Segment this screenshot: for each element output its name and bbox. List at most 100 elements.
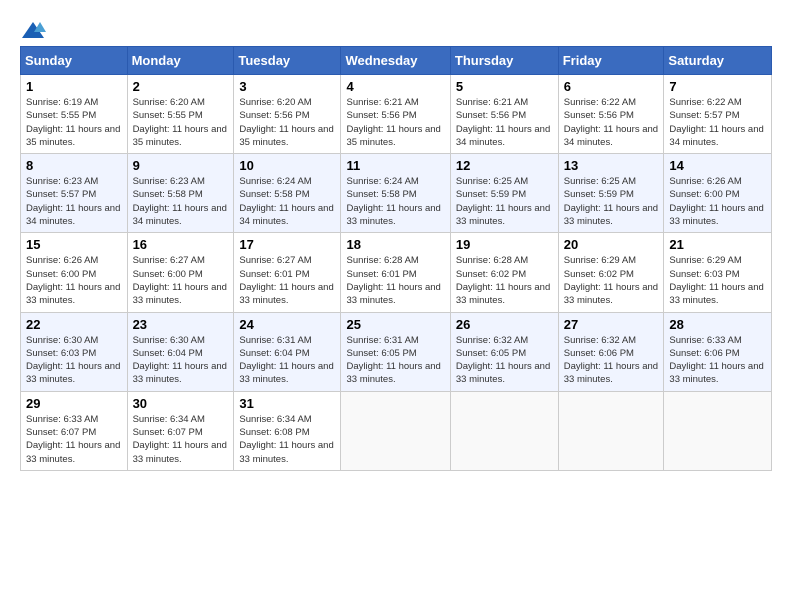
day-number: 31 [239, 396, 335, 411]
calendar-cell: 4 Sunrise: 6:21 AM Sunset: 5:56 PM Dayli… [341, 75, 450, 154]
day-number: 19 [456, 237, 553, 252]
calendar-cell: 8 Sunrise: 6:23 AM Sunset: 5:57 PM Dayli… [21, 154, 128, 233]
day-number: 25 [346, 317, 444, 332]
calendar-cell [341, 391, 450, 470]
day-number: 26 [456, 317, 553, 332]
day-info: Sunrise: 6:23 AM Sunset: 5:58 PM Dayligh… [133, 175, 229, 228]
calendar-cell: 22 Sunrise: 6:30 AM Sunset: 6:03 PM Dayl… [21, 312, 128, 391]
calendar-cell: 19 Sunrise: 6:28 AM Sunset: 6:02 PM Dayl… [450, 233, 558, 312]
calendar-cell [558, 391, 664, 470]
calendar-cell: 10 Sunrise: 6:24 AM Sunset: 5:58 PM Dayl… [234, 154, 341, 233]
day-number: 6 [564, 79, 659, 94]
day-info: Sunrise: 6:26 AM Sunset: 6:00 PM Dayligh… [26, 254, 122, 307]
day-info: Sunrise: 6:28 AM Sunset: 6:02 PM Dayligh… [456, 254, 553, 307]
day-info: Sunrise: 6:21 AM Sunset: 5:56 PM Dayligh… [346, 96, 444, 149]
day-number: 5 [456, 79, 553, 94]
day-number: 24 [239, 317, 335, 332]
calendar-cell: 1 Sunrise: 6:19 AM Sunset: 5:55 PM Dayli… [21, 75, 128, 154]
day-number: 28 [669, 317, 766, 332]
day-number: 18 [346, 237, 444, 252]
day-info: Sunrise: 6:25 AM Sunset: 5:59 PM Dayligh… [564, 175, 659, 228]
logo-icon [20, 20, 46, 42]
day-number: 10 [239, 158, 335, 173]
day-info: Sunrise: 6:30 AM Sunset: 6:04 PM Dayligh… [133, 334, 229, 387]
day-info: Sunrise: 6:33 AM Sunset: 6:07 PM Dayligh… [26, 413, 122, 466]
calendar-cell: 7 Sunrise: 6:22 AM Sunset: 5:57 PM Dayli… [664, 75, 772, 154]
day-number: 14 [669, 158, 766, 173]
day-number: 3 [239, 79, 335, 94]
logo [20, 20, 46, 36]
calendar-cell: 26 Sunrise: 6:32 AM Sunset: 6:05 PM Dayl… [450, 312, 558, 391]
day-number: 16 [133, 237, 229, 252]
day-number: 1 [26, 79, 122, 94]
page-header [20, 20, 772, 36]
day-number: 8 [26, 158, 122, 173]
day-info: Sunrise: 6:29 AM Sunset: 6:02 PM Dayligh… [564, 254, 659, 307]
calendar-table: SundayMondayTuesdayWednesdayThursdayFrid… [20, 46, 772, 471]
calendar-header-friday: Friday [558, 47, 664, 75]
day-number: 22 [26, 317, 122, 332]
calendar-cell: 15 Sunrise: 6:26 AM Sunset: 6:00 PM Dayl… [21, 233, 128, 312]
day-number: 13 [564, 158, 659, 173]
day-info: Sunrise: 6:31 AM Sunset: 6:04 PM Dayligh… [239, 334, 335, 387]
day-info: Sunrise: 6:33 AM Sunset: 6:06 PM Dayligh… [669, 334, 766, 387]
day-number: 7 [669, 79, 766, 94]
calendar-cell: 5 Sunrise: 6:21 AM Sunset: 5:56 PM Dayli… [450, 75, 558, 154]
calendar-cell [664, 391, 772, 470]
calendar-header-saturday: Saturday [664, 47, 772, 75]
day-info: Sunrise: 6:34 AM Sunset: 6:08 PM Dayligh… [239, 413, 335, 466]
calendar-cell: 29 Sunrise: 6:33 AM Sunset: 6:07 PM Dayl… [21, 391, 128, 470]
calendar-header-monday: Monday [127, 47, 234, 75]
day-info: Sunrise: 6:20 AM Sunset: 5:55 PM Dayligh… [133, 96, 229, 149]
calendar-cell: 16 Sunrise: 6:27 AM Sunset: 6:00 PM Dayl… [127, 233, 234, 312]
day-info: Sunrise: 6:29 AM Sunset: 6:03 PM Dayligh… [669, 254, 766, 307]
day-info: Sunrise: 6:28 AM Sunset: 6:01 PM Dayligh… [346, 254, 444, 307]
day-number: 30 [133, 396, 229, 411]
day-number: 27 [564, 317, 659, 332]
calendar-cell: 23 Sunrise: 6:30 AM Sunset: 6:04 PM Dayl… [127, 312, 234, 391]
calendar-cell: 14 Sunrise: 6:26 AM Sunset: 6:00 PM Dayl… [664, 154, 772, 233]
day-info: Sunrise: 6:21 AM Sunset: 5:56 PM Dayligh… [456, 96, 553, 149]
day-number: 29 [26, 396, 122, 411]
calendar-cell: 3 Sunrise: 6:20 AM Sunset: 5:56 PM Dayli… [234, 75, 341, 154]
calendar-cell: 30 Sunrise: 6:34 AM Sunset: 6:07 PM Dayl… [127, 391, 234, 470]
calendar-header-wednesday: Wednesday [341, 47, 450, 75]
day-info: Sunrise: 6:23 AM Sunset: 5:57 PM Dayligh… [26, 175, 122, 228]
day-info: Sunrise: 6:24 AM Sunset: 5:58 PM Dayligh… [346, 175, 444, 228]
day-info: Sunrise: 6:27 AM Sunset: 6:01 PM Dayligh… [239, 254, 335, 307]
calendar-cell: 24 Sunrise: 6:31 AM Sunset: 6:04 PM Dayl… [234, 312, 341, 391]
day-info: Sunrise: 6:32 AM Sunset: 6:05 PM Dayligh… [456, 334, 553, 387]
calendar-header-tuesday: Tuesday [234, 47, 341, 75]
calendar-cell: 18 Sunrise: 6:28 AM Sunset: 6:01 PM Dayl… [341, 233, 450, 312]
day-info: Sunrise: 6:27 AM Sunset: 6:00 PM Dayligh… [133, 254, 229, 307]
day-number: 23 [133, 317, 229, 332]
calendar-cell: 11 Sunrise: 6:24 AM Sunset: 5:58 PM Dayl… [341, 154, 450, 233]
calendar-cell: 13 Sunrise: 6:25 AM Sunset: 5:59 PM Dayl… [558, 154, 664, 233]
calendar-cell: 25 Sunrise: 6:31 AM Sunset: 6:05 PM Dayl… [341, 312, 450, 391]
day-number: 20 [564, 237, 659, 252]
day-info: Sunrise: 6:25 AM Sunset: 5:59 PM Dayligh… [456, 175, 553, 228]
day-info: Sunrise: 6:19 AM Sunset: 5:55 PM Dayligh… [26, 96, 122, 149]
calendar-cell: 27 Sunrise: 6:32 AM Sunset: 6:06 PM Dayl… [558, 312, 664, 391]
calendar-cell: 20 Sunrise: 6:29 AM Sunset: 6:02 PM Dayl… [558, 233, 664, 312]
calendar-cell: 28 Sunrise: 6:33 AM Sunset: 6:06 PM Dayl… [664, 312, 772, 391]
day-info: Sunrise: 6:30 AM Sunset: 6:03 PM Dayligh… [26, 334, 122, 387]
day-info: Sunrise: 6:26 AM Sunset: 6:00 PM Dayligh… [669, 175, 766, 228]
calendar-cell: 9 Sunrise: 6:23 AM Sunset: 5:58 PM Dayli… [127, 154, 234, 233]
day-number: 4 [346, 79, 444, 94]
calendar-header-thursday: Thursday [450, 47, 558, 75]
day-info: Sunrise: 6:34 AM Sunset: 6:07 PM Dayligh… [133, 413, 229, 466]
day-info: Sunrise: 6:20 AM Sunset: 5:56 PM Dayligh… [239, 96, 335, 149]
day-info: Sunrise: 6:31 AM Sunset: 6:05 PM Dayligh… [346, 334, 444, 387]
calendar-cell: 31 Sunrise: 6:34 AM Sunset: 6:08 PM Dayl… [234, 391, 341, 470]
day-info: Sunrise: 6:22 AM Sunset: 5:57 PM Dayligh… [669, 96, 766, 149]
day-info: Sunrise: 6:22 AM Sunset: 5:56 PM Dayligh… [564, 96, 659, 149]
calendar-cell: 17 Sunrise: 6:27 AM Sunset: 6:01 PM Dayl… [234, 233, 341, 312]
day-number: 12 [456, 158, 553, 173]
day-number: 21 [669, 237, 766, 252]
day-number: 9 [133, 158, 229, 173]
calendar-header-sunday: Sunday [21, 47, 128, 75]
day-number: 11 [346, 158, 444, 173]
calendar-cell: 2 Sunrise: 6:20 AM Sunset: 5:55 PM Dayli… [127, 75, 234, 154]
calendar-cell: 12 Sunrise: 6:25 AM Sunset: 5:59 PM Dayl… [450, 154, 558, 233]
